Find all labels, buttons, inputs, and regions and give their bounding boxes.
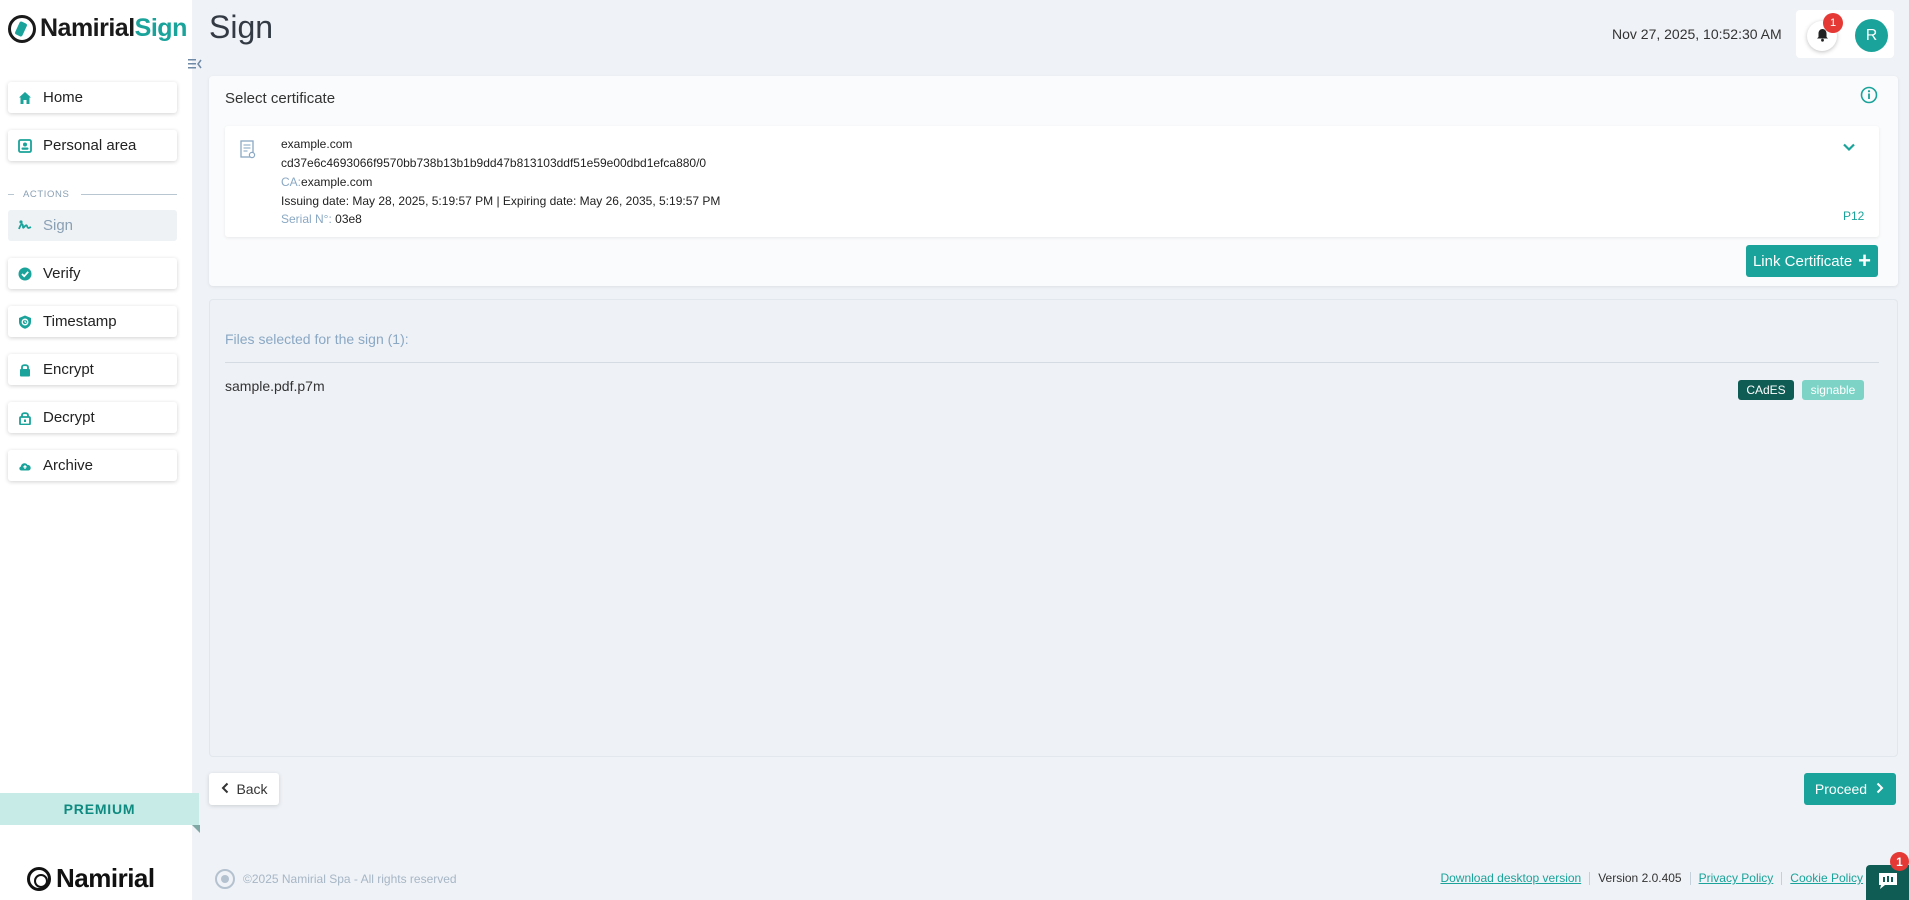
certificate-serial: Serial N°: 03e8 bbox=[281, 212, 362, 226]
download-desktop-link[interactable]: Download desktop version bbox=[1440, 871, 1581, 885]
back-label: Back bbox=[236, 781, 268, 797]
certificate-name: example.com bbox=[281, 137, 353, 151]
link-certificate-button[interactable]: Link Certificate + bbox=[1746, 245, 1878, 277]
link-certificate-label: Link Certificate bbox=[1752, 252, 1853, 270]
certificate-type: P12 bbox=[1843, 209, 1865, 223]
files-divider bbox=[225, 362, 1879, 363]
proceed-label: Proceed bbox=[1814, 781, 1868, 797]
sidebar-item-label: Encrypt bbox=[43, 361, 94, 378]
chat-bubble-icon bbox=[1877, 871, 1899, 894]
lock-icon bbox=[18, 363, 32, 377]
verified-badge-icon bbox=[18, 267, 32, 281]
version-text: Version 2.0.405 bbox=[1598, 871, 1682, 885]
unlock-icon bbox=[18, 411, 32, 425]
cloud-upload-icon bbox=[18, 459, 32, 473]
ca-label: CA: bbox=[281, 175, 302, 189]
actions-section-divider: ACTIONS bbox=[8, 189, 177, 200]
current-datetime: Nov 27, 2025, 10:52:30 AM bbox=[1612, 26, 1782, 42]
brand-name: Namirial bbox=[56, 863, 155, 893]
actions-label: ACTIONS bbox=[23, 189, 70, 200]
cades-format-badge: CAdES bbox=[1738, 380, 1794, 400]
sidebar-item-label: Verify bbox=[43, 265, 81, 282]
files-panel bbox=[209, 299, 1898, 757]
sidebar-item-timestamp[interactable]: Timestamp bbox=[8, 306, 177, 337]
user-avatar[interactable]: R bbox=[1855, 19, 1888, 52]
certificate-document-icon bbox=[240, 140, 256, 160]
sidebar-item-label: Timestamp bbox=[43, 313, 117, 330]
footer-links: Download desktop version Version 2.0.405… bbox=[1440, 871, 1863, 885]
sidebar-item-archive[interactable]: Archive bbox=[8, 450, 177, 481]
select-certificate-title: Select certificate bbox=[225, 90, 336, 107]
chevron-right-icon bbox=[1875, 781, 1885, 797]
home-icon bbox=[18, 91, 32, 105]
sidebar-item-label: Decrypt bbox=[43, 409, 95, 426]
namirial-sign-logo-icon bbox=[8, 14, 36, 43]
chat-notification-badge: 1 bbox=[1890, 852, 1909, 871]
info-icon[interactable] bbox=[1860, 86, 1878, 104]
sidebar-item-verify[interactable]: Verify bbox=[8, 258, 177, 289]
shield-clock-icon bbox=[18, 315, 32, 329]
sidebar-item-label: Home bbox=[43, 89, 84, 106]
certificate-card[interactable] bbox=[225, 126, 1879, 237]
sidebar-item-encrypt[interactable]: Encrypt bbox=[8, 354, 177, 385]
namirial-brand: Namirial bbox=[27, 863, 155, 894]
sidebar-item-label: Sign bbox=[43, 217, 74, 234]
chevron-down-icon[interactable] bbox=[1840, 138, 1858, 156]
certificate-dates: Issuing date: May 28, 2025, 5:19:57 PM |… bbox=[281, 194, 721, 208]
logo-text: NamirialSign bbox=[40, 14, 187, 42]
sidebar-item-decrypt[interactable]: Decrypt bbox=[8, 402, 177, 433]
sidebar-item-personal-area[interactable]: Personal area bbox=[8, 130, 177, 161]
certificate-ca: CA:example.com bbox=[281, 175, 372, 189]
contact-card-icon bbox=[18, 138, 32, 153]
footer-separator bbox=[1689, 871, 1691, 885]
footer-separator bbox=[1589, 871, 1591, 885]
page-title: Sign bbox=[209, 9, 274, 45]
namirial-logo-icon bbox=[27, 866, 51, 891]
signable-status-badge: signable bbox=[1802, 380, 1864, 400]
notification-count-badge: 1 bbox=[1823, 13, 1843, 33]
serial-label: Serial N°: bbox=[281, 212, 332, 226]
sidebar-item-home[interactable]: Home bbox=[8, 82, 177, 113]
file-item-name[interactable]: sample.pdf.p7m bbox=[225, 378, 325, 394]
premium-ribbon-fold bbox=[192, 825, 200, 833]
privacy-policy-link[interactable]: Privacy Policy bbox=[1699, 871, 1774, 885]
serial-value: 03e8 bbox=[335, 212, 362, 226]
sidebar-item-label: Personal area bbox=[43, 137, 137, 154]
collapse-sidebar-icon[interactable] bbox=[183, 52, 207, 76]
footer-separator bbox=[1781, 871, 1783, 885]
chevron-left-icon bbox=[220, 781, 230, 797]
namirial-footer-logo-icon bbox=[215, 869, 235, 889]
sidebar-item-sign[interactable]: Sign bbox=[8, 210, 177, 241]
plus-icon: + bbox=[1858, 248, 1872, 273]
ca-value: example.com bbox=[301, 175, 373, 189]
back-button[interactable]: Back bbox=[209, 773, 279, 805]
cookie-policy-link[interactable]: Cookie Policy bbox=[1790, 871, 1863, 885]
copyright-text: ©2025 Namirial Spa - All rights reserved bbox=[243, 872, 457, 886]
certificate-id: cd37e6c4693066f9570bb738b13b1b9dd47b8131… bbox=[281, 156, 707, 170]
footer-copyright-area: ©2025 Namirial Spa - All rights reserved bbox=[215, 869, 457, 889]
sidebar-item-label: Archive bbox=[43, 457, 94, 474]
app-logo[interactable]: NamirialSign bbox=[8, 14, 187, 43]
premium-banner[interactable]: PREMIUM bbox=[0, 793, 199, 825]
files-selected-heading: Files selected for the sign (1): bbox=[225, 331, 409, 347]
proceed-button[interactable]: Proceed bbox=[1804, 773, 1896, 805]
signature-icon bbox=[18, 219, 32, 233]
